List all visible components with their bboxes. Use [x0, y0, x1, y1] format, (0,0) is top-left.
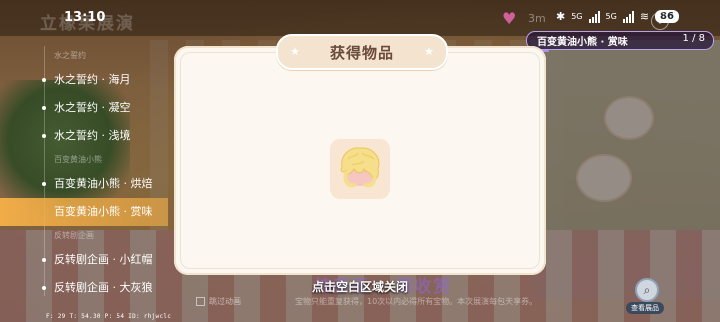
fluffy-blonde-wig-icon	[340, 147, 380, 188]
dialog-title-tab: ★ 获得物品 ★	[276, 34, 448, 70]
skip-animation-toggle[interactable]: 跳过动画	[196, 296, 241, 307]
sidebar-item-label: 水之誓约 · 浅境	[54, 129, 131, 142]
sidebar-section-heading: 反转剧企画	[54, 231, 94, 240]
sidebar-section-heading: 百变黄油小熊	[54, 155, 102, 164]
network-label-2: 5G	[605, 12, 617, 21]
heart-icon: ♥	[502, 9, 517, 28]
network-label: 5G	[571, 12, 583, 21]
sidebar-item[interactable]: 百变黄油小熊 · 烘焙	[0, 170, 170, 198]
debug-readout: F: 29 T: 54.30 P: 54 ID: rhjwclc	[46, 313, 172, 320]
sidebar-item[interactable]: 反转剧企画 · 小红帽	[0, 246, 170, 274]
sidebar-item-label: 百变黄油小熊 · 烘焙	[54, 177, 153, 190]
signal-icon	[588, 10, 600, 23]
sidebar-item[interactable]: 水之誓约 · 浅境	[0, 122, 170, 150]
signal-icon-2	[622, 10, 634, 23]
wifi-icon: ≋	[639, 10, 650, 23]
sidebar-item[interactable]: 百变黄油小熊 · 赏味	[0, 198, 168, 226]
tap-to-close-hint[interactable]: 点击空白区域关闭	[0, 278, 720, 295]
sidebar-item[interactable]: 水之誓约 · 凝空	[0, 94, 170, 122]
bullet-icon	[42, 182, 46, 186]
bluetooth-icon: ✱	[556, 10, 566, 23]
clock-time: 13:10	[64, 10, 106, 25]
checkbox[interactable]	[196, 297, 205, 306]
reward-dialog: ★ 获得物品 ★	[174, 34, 546, 275]
add-button[interactable]: +	[651, 12, 669, 30]
reward-item-slot[interactable]	[330, 139, 390, 199]
bullet-icon	[42, 78, 46, 82]
sidebar-item-label: 百变黄油小熊 · 赏味	[54, 205, 153, 218]
sidebar-item-label: 反转剧企画 · 小红帽	[54, 253, 153, 266]
star-icon: ★	[424, 45, 434, 58]
sidebar-section-heading: 水之誓约	[54, 51, 86, 60]
bullet-icon	[42, 106, 46, 110]
view-exhibits-label: 查看展品	[626, 302, 664, 314]
info-subtext: 宝物只能重复获得，10次以内必得所有宝物。本次展演每包天享券。	[295, 297, 538, 306]
sidebar-item-label: 水之誓约 · 凝空	[54, 101, 131, 114]
dialog-title: 获得物品	[329, 44, 394, 62]
bullet-icon	[42, 134, 46, 138]
collection-sidebar: 水之誓约水之誓约 · 海月 水之誓约 · 凝空 水之誓约 · 浅境百变黄油小熊百变黄…	[0, 46, 170, 302]
magnifier-icon: ⌕	[635, 278, 659, 302]
collection-progress: 百变黄油小熊 · 赏味 1 / 8	[526, 31, 714, 52]
sidebar-item-label: 水之誓约 · 海月	[54, 73, 131, 86]
skip-animation-label: 跳过动画	[209, 297, 241, 306]
progress-count: 1 / 8	[682, 33, 705, 44]
background-number: 3m	[528, 12, 546, 25]
bullet-icon	[42, 258, 46, 262]
sidebar-item[interactable]: 水之誓约 · 海月	[0, 66, 170, 94]
view-exhibits-button[interactable]: ⌕ 查看展品	[626, 278, 664, 316]
progress-label: 百变黄油小熊 · 赏味	[537, 37, 628, 48]
